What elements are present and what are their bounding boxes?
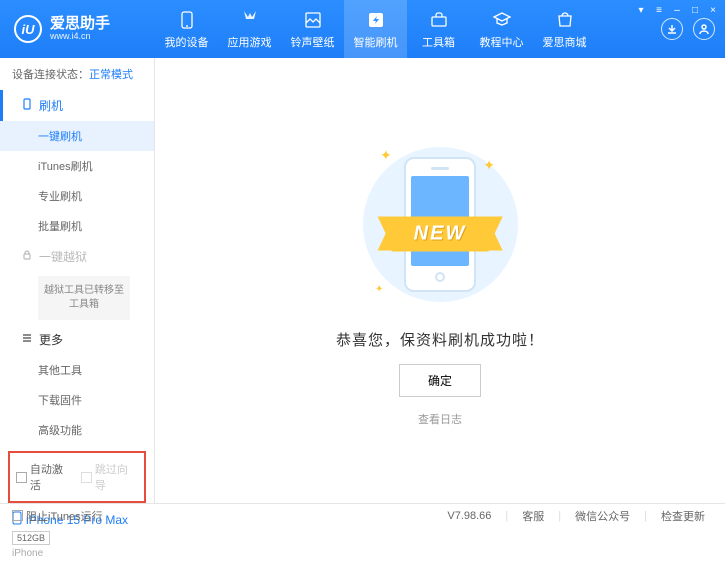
nav-store[interactable]: 爱思商城 xyxy=(533,0,596,58)
sidebar-item-oneclick-flash[interactable]: 一键刷机 xyxy=(0,121,154,151)
more-icon xyxy=(21,332,33,347)
nav-toolbox[interactable]: 工具箱 xyxy=(407,0,470,58)
status-link-support[interactable]: 客服 xyxy=(514,508,552,524)
logo-icon: iU xyxy=(14,15,42,43)
phone-icon xyxy=(176,9,198,31)
device-type: iPhone xyxy=(12,548,142,559)
sidebar-item-pro-flash[interactable]: 专业刷机 xyxy=(0,181,154,211)
nav-my-device[interactable]: 我的设备 xyxy=(155,0,218,58)
sidebar-item-itunes-flash[interactable]: iTunes刷机 xyxy=(0,151,154,181)
status-link-wechat[interactable]: 微信公众号 xyxy=(567,508,638,524)
close-icon[interactable]: × xyxy=(707,4,719,16)
flash-options-row: 自动激活 跳过向导 xyxy=(8,451,146,503)
flash-icon xyxy=(365,9,387,31)
apps-icon xyxy=(239,9,261,31)
app-url: www.i4.cn xyxy=(50,32,110,42)
device-storage: 512GB xyxy=(12,531,50,545)
menu-icon[interactable]: ▾ xyxy=(635,4,647,16)
settings-icon[interactable]: ≡ xyxy=(653,4,665,16)
tutorial-icon xyxy=(491,9,513,31)
version-label: V7.98.66 xyxy=(439,510,499,522)
store-icon xyxy=(554,9,576,31)
minimize-icon[interactable]: – xyxy=(671,4,683,16)
sidebar-section-jailbreak: 一键越狱 xyxy=(0,241,154,272)
app-logo: iU 爱思助手 www.i4.cn xyxy=(0,15,155,43)
nav-smart-flash[interactable]: 智能刷机 xyxy=(344,0,407,58)
sidebar-item-batch-flash[interactable]: 批量刷机 xyxy=(0,211,154,241)
sidebar-item-other-tools[interactable]: 其他工具 xyxy=(0,355,154,385)
flash-section-icon xyxy=(21,98,33,113)
ok-button[interactable]: 确定 xyxy=(399,364,481,397)
nav-ringtone-wallpaper[interactable]: 铃声壁纸 xyxy=(281,0,344,58)
download-button[interactable] xyxy=(661,18,683,40)
view-log-link[interactable]: 查看日志 xyxy=(418,411,462,427)
user-button[interactable] xyxy=(693,18,715,40)
sidebar-section-flash[interactable]: 刷机 xyxy=(0,90,154,121)
status-link-update[interactable]: 检查更新 xyxy=(653,508,713,524)
checkbox-auto-activate[interactable]: 自动激活 xyxy=(16,461,73,493)
nav-tutorials[interactable]: 教程中心 xyxy=(470,0,533,58)
lock-icon xyxy=(21,249,33,264)
checkbox-skip-guide: 跳过向导 xyxy=(81,461,138,493)
sidebar-item-advanced[interactable]: 高级功能 xyxy=(0,415,154,445)
jailbreak-moved-note: 越狱工具已转移至工具箱 xyxy=(38,276,130,320)
new-badge: NEW xyxy=(392,216,489,251)
sidebar-item-download-firmware[interactable]: 下载固件 xyxy=(0,385,154,415)
maximize-icon[interactable]: □ xyxy=(689,4,701,16)
success-message: 恭喜您，保资料刷机成功啦！ xyxy=(336,329,544,350)
checkbox-block-itunes[interactable]: 阻止iTunes运行 xyxy=(12,508,103,524)
toolbox-icon xyxy=(428,9,450,31)
connection-status: 设备连接状态：正常模式 xyxy=(0,58,154,90)
nav-apps-games[interactable]: 应用游戏 xyxy=(218,0,281,58)
success-illustration: ✦ ✦ ✦ NEW xyxy=(350,135,530,315)
app-name: 爱思助手 xyxy=(50,16,110,33)
sidebar-section-more[interactable]: 更多 xyxy=(0,324,154,355)
wallpaper-icon xyxy=(302,9,324,31)
